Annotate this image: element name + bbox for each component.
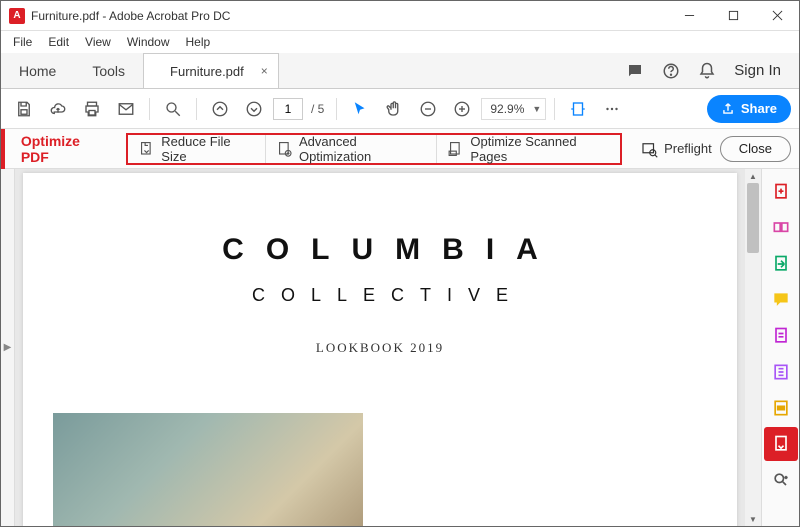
menu-file[interactable]: File bbox=[5, 33, 40, 51]
menu-window[interactable]: Window bbox=[119, 33, 178, 51]
scroll-down-icon[interactable]: ▼ bbox=[745, 512, 761, 526]
main-toolbar: / 5 92.9% ▼ Share bbox=[1, 89, 799, 129]
menu-view[interactable]: View bbox=[77, 33, 119, 51]
mail-icon[interactable] bbox=[111, 94, 141, 124]
doc-hero-image bbox=[53, 413, 363, 526]
window-title: Furniture.pdf - Adobe Acrobat Pro DC bbox=[31, 9, 667, 23]
doc-heading-1: COLUMBIA bbox=[23, 233, 737, 267]
chevron-down-icon: ▼ bbox=[532, 104, 541, 114]
cloud-icon[interactable] bbox=[43, 94, 73, 124]
page-down-icon[interactable] bbox=[239, 94, 269, 124]
preflight-button[interactable]: Preflight bbox=[640, 140, 712, 158]
tool-comment-icon[interactable] bbox=[764, 283, 798, 317]
menu-edit[interactable]: Edit bbox=[40, 33, 77, 51]
share-label: Share bbox=[741, 101, 777, 116]
hand-icon[interactable] bbox=[379, 94, 409, 124]
chat-icon[interactable] bbox=[626, 62, 644, 80]
workspace: ▶ COLUMBIA COLLECTIVE LOOKBOOK 2019 INSP… bbox=[1, 169, 799, 526]
menu-help[interactable]: Help bbox=[178, 33, 219, 51]
page-up-icon[interactable] bbox=[205, 94, 235, 124]
tool-redact-icon[interactable] bbox=[764, 391, 798, 425]
more-icon[interactable] bbox=[597, 94, 627, 124]
zoom-out-icon[interactable] bbox=[413, 94, 443, 124]
close-button[interactable]: Close bbox=[720, 136, 791, 162]
tool-organize-icon[interactable] bbox=[764, 319, 798, 353]
app-icon: A bbox=[9, 8, 25, 24]
pointer-icon[interactable] bbox=[345, 94, 375, 124]
save-icon[interactable] bbox=[9, 94, 39, 124]
reduce-file-size-button[interactable]: Reduce File Size bbox=[128, 135, 265, 163]
tool-compress-icon[interactable] bbox=[764, 355, 798, 389]
maximize-button[interactable] bbox=[711, 1, 755, 31]
preflight-label: Preflight bbox=[664, 141, 712, 156]
tab-bar: Home Tools Furniture.pdf × Sign In bbox=[1, 53, 799, 89]
advanced-optimization-label: Advanced Optimization bbox=[299, 134, 426, 164]
minimize-button[interactable] bbox=[667, 1, 711, 31]
doc-subtitle: LOOKBOOK 2019 bbox=[23, 340, 737, 356]
tool-more-icon[interactable] bbox=[764, 463, 798, 497]
tab-document[interactable]: Furniture.pdf × bbox=[143, 53, 279, 88]
advanced-optimization-button[interactable]: Advanced Optimization bbox=[265, 135, 436, 163]
zoom-in-icon[interactable] bbox=[447, 94, 477, 124]
zoom-select[interactable]: 92.9% ▼ bbox=[481, 98, 546, 120]
optimize-scanned-label: Optimize Scanned Pages bbox=[470, 134, 610, 164]
document-page: COLUMBIA COLLECTIVE LOOKBOOK 2019 INSPIR… bbox=[23, 173, 737, 526]
search-icon[interactable] bbox=[158, 94, 188, 124]
close-window-button[interactable] bbox=[755, 1, 799, 31]
tab-close-icon[interactable]: × bbox=[261, 64, 268, 78]
tool-combine-icon[interactable] bbox=[764, 211, 798, 245]
optimize-highlighted-group: Reduce File Size Advanced Optimization O… bbox=[126, 133, 622, 165]
vertical-scrollbar[interactable]: ▲ ▼ bbox=[745, 169, 761, 526]
reduce-file-size-label: Reduce File Size bbox=[161, 134, 255, 164]
page-number-input[interactable] bbox=[273, 98, 303, 120]
share-button[interactable]: Share bbox=[707, 95, 791, 123]
optimize-scanned-button[interactable]: Optimize Scanned Pages bbox=[436, 135, 620, 163]
title-bar: A Furniture.pdf - Adobe Acrobat Pro DC bbox=[1, 1, 799, 31]
tools-panel bbox=[761, 169, 799, 526]
doc-inspired-text: INSPIRED BY bbox=[523, 523, 660, 526]
optimize-title: Optimize PDF bbox=[21, 133, 108, 165]
optimize-toolbar: Optimize PDF Reduce File Size Advanced O… bbox=[1, 129, 799, 169]
accent-bar bbox=[1, 129, 5, 169]
tab-tools[interactable]: Tools bbox=[74, 53, 143, 88]
tool-optimize-icon[interactable] bbox=[764, 427, 798, 461]
help-icon[interactable] bbox=[662, 62, 680, 80]
tool-create-pdf-icon[interactable] bbox=[764, 175, 798, 209]
sign-in-button[interactable]: Sign In bbox=[734, 62, 781, 79]
left-panel-toggle[interactable]: ▶ bbox=[1, 169, 15, 526]
page-total-label: / 5 bbox=[307, 102, 328, 116]
tab-document-label: Furniture.pdf bbox=[170, 64, 244, 79]
document-viewport[interactable]: COLUMBIA COLLECTIVE LOOKBOOK 2019 INSPIR… bbox=[15, 169, 745, 526]
zoom-value: 92.9% bbox=[486, 102, 528, 116]
tool-export-icon[interactable] bbox=[764, 247, 798, 281]
tab-home[interactable]: Home bbox=[1, 53, 74, 88]
scroll-thumb[interactable] bbox=[747, 183, 759, 253]
fit-width-icon[interactable] bbox=[563, 94, 593, 124]
doc-heading-2: COLLECTIVE bbox=[23, 285, 737, 306]
bell-icon[interactable] bbox=[698, 62, 716, 80]
scroll-up-icon[interactable]: ▲ bbox=[745, 169, 761, 183]
print-icon[interactable] bbox=[77, 94, 107, 124]
menu-bar: File Edit View Window Help bbox=[1, 31, 799, 53]
